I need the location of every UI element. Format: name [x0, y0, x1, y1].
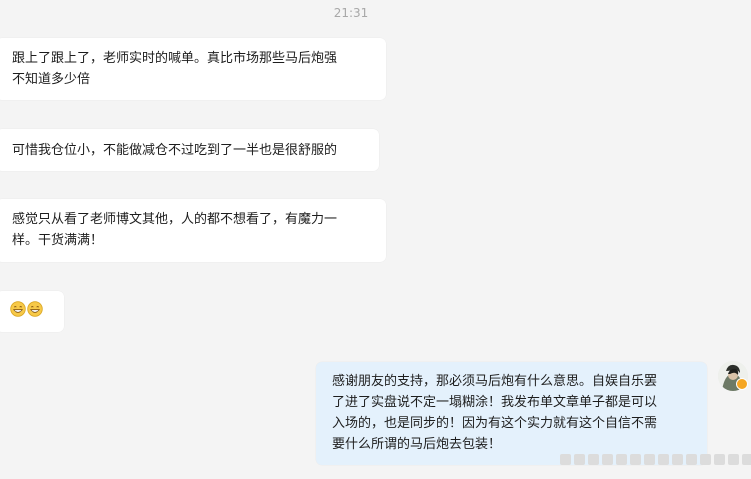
incoming-emoji-bubble[interactable] — [0, 291, 64, 332]
incoming-message-bubble[interactable]: 感觉只从看了老师博文其他，人的都不想看了，有魔力一 样。干货满满！ — [0, 199, 386, 262]
incoming-message-bubble[interactable]: 可惜我仓位小，不能做减仓不过吃到了一半也是很舒服的 — [0, 129, 379, 171]
obscured-username — [560, 452, 751, 466]
message-text: 跟上了跟上了，老师实时的喊单。真比市场那些马后炮强 不知道多少倍 — [12, 51, 338, 87]
outgoing-message-bubble[interactable]: 感谢朋友的支持，那必须马后炮有什么意思。自娱自乐罢 了进了实盘说不定一塌糊涂！我… — [316, 362, 707, 465]
grin-emoji-icon — [10, 301, 26, 317]
message-text: 可惜我仓位小，不能做减仓不过吃到了一半也是很舒服的 — [12, 143, 338, 158]
chat-timestamp: 21:31 — [333, 6, 369, 20]
grin-emoji-icon — [27, 301, 43, 317]
message-text: 感谢朋友的支持，那必须马后炮有什么意思。自娱自乐罢 了进了实盘说不定一塌糊涂！我… — [332, 374, 658, 452]
incoming-message-bubble[interactable]: 跟上了跟上了，老师实时的喊单。真比市场那些马后炮强 不知道多少倍 — [0, 38, 386, 100]
verified-badge-icon — [736, 378, 748, 390]
message-text: 感觉只从看了老师博文其他，人的都不想看了，有魔力一 样。干货满满！ — [12, 212, 338, 248]
